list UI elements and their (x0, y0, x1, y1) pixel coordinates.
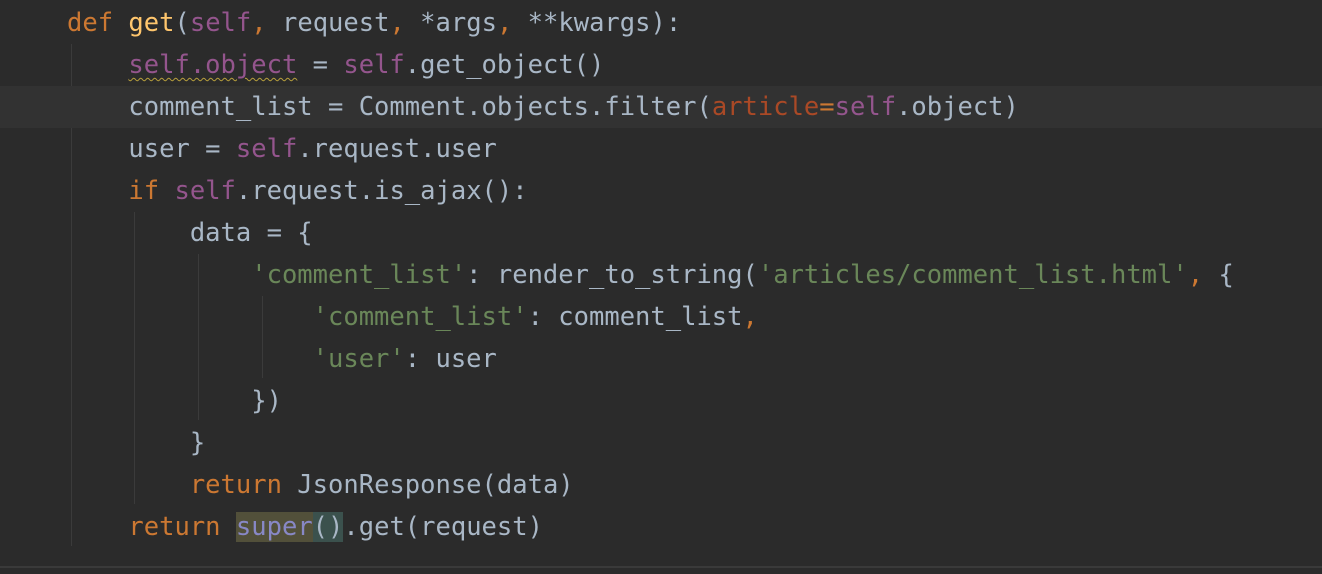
matched-brace[interactable]: () (312, 512, 344, 542)
code-text[interactable]: .get_object() (405, 50, 605, 80)
warning-token[interactable]: self.object (128, 50, 297, 80)
function-name[interactable]: get (128, 8, 174, 38)
code-text[interactable]: : comment_list (528, 302, 743, 332)
code-line-13[interactable]: return super().get(request) (0, 506, 1322, 548)
code-text[interactable]: data = { (190, 218, 313, 248)
equals: = (819, 92, 835, 122)
code-line-11[interactable]: } (0, 422, 1322, 464)
code-line-1[interactable]: def get(self, request, *args, **kwargs): (0, 2, 1322, 44)
code-text: = (297, 50, 344, 80)
keyword-def: def (67, 8, 114, 38)
comma: , (1187, 260, 1204, 290)
comma: , (496, 8, 528, 38)
code-text[interactable]: JsonResponse(data) (282, 470, 573, 500)
code-text[interactable]: : user (405, 344, 497, 374)
code-editor[interactable]: def get(self, request, *args, **kwargs):… (0, 0, 1322, 574)
string-literal[interactable]: 'comment_list' (251, 260, 466, 290)
string-literal[interactable]: 'user' (313, 344, 405, 374)
code-line-10[interactable]: }) (0, 380, 1322, 422)
code-text: ( (174, 8, 190, 38)
code-text[interactable]: .get(request) (343, 512, 543, 542)
comma: , (389, 8, 421, 38)
string-literal[interactable]: 'articles/comment_list.html' (758, 260, 1188, 290)
self-token[interactable]: self (175, 176, 236, 206)
self-token[interactable]: self (343, 50, 404, 80)
string-literal[interactable]: 'comment_list' (313, 302, 528, 332)
code-line-6[interactable]: data = { (0, 212, 1322, 254)
named-param[interactable]: article (712, 92, 819, 122)
code-text[interactable]: : render_to_string( (466, 260, 758, 290)
code-text[interactable]: comment_list = Comment.objects.filter( (128, 92, 711, 122)
code-line-8[interactable]: 'comment_list': comment_list, (0, 296, 1322, 338)
builtin-super-highlighted[interactable]: super (235, 512, 313, 542)
code-text[interactable]: .object) (896, 92, 1019, 122)
code-text[interactable]: user = (128, 134, 235, 164)
editor-bottom-border (0, 566, 1322, 568)
code-text[interactable]: } (190, 428, 205, 458)
code-text[interactable]: **kwargs (528, 8, 651, 38)
code-line-12[interactable]: return JsonResponse(data) (0, 464, 1322, 506)
code-line-3[interactable]: comment_list = Comment.objects.filter(ar… (0, 86, 1322, 128)
code-text[interactable]: *args (420, 8, 497, 38)
code-text: { (1203, 260, 1234, 290)
code-text[interactable]: }) (251, 386, 282, 416)
code-line-7[interactable]: 'comment_list': render_to_string('articl… (0, 254, 1322, 296)
code-line-2[interactable]: self.object = self.get_object() (0, 44, 1322, 86)
keyword-if: if (128, 176, 160, 206)
code-text: ): (650, 8, 682, 38)
code-line-5[interactable]: if self.request.is_ajax(): (0, 170, 1322, 212)
code-text[interactable]: .request.is_ajax(): (236, 176, 528, 206)
self-token[interactable]: self (835, 92, 896, 122)
keyword-return: return (128, 512, 221, 542)
self-token[interactable]: self (190, 8, 251, 38)
comma: , (742, 302, 758, 332)
code-text[interactable]: .request.user (297, 134, 497, 164)
keyword-return: return (189, 470, 282, 500)
code-line-9[interactable]: 'user': user (0, 338, 1322, 380)
comma: , (251, 8, 282, 38)
code-line-4[interactable]: user = self.request.user (0, 128, 1322, 170)
self-token[interactable]: self (236, 134, 297, 164)
code-text[interactable]: request (282, 8, 389, 38)
